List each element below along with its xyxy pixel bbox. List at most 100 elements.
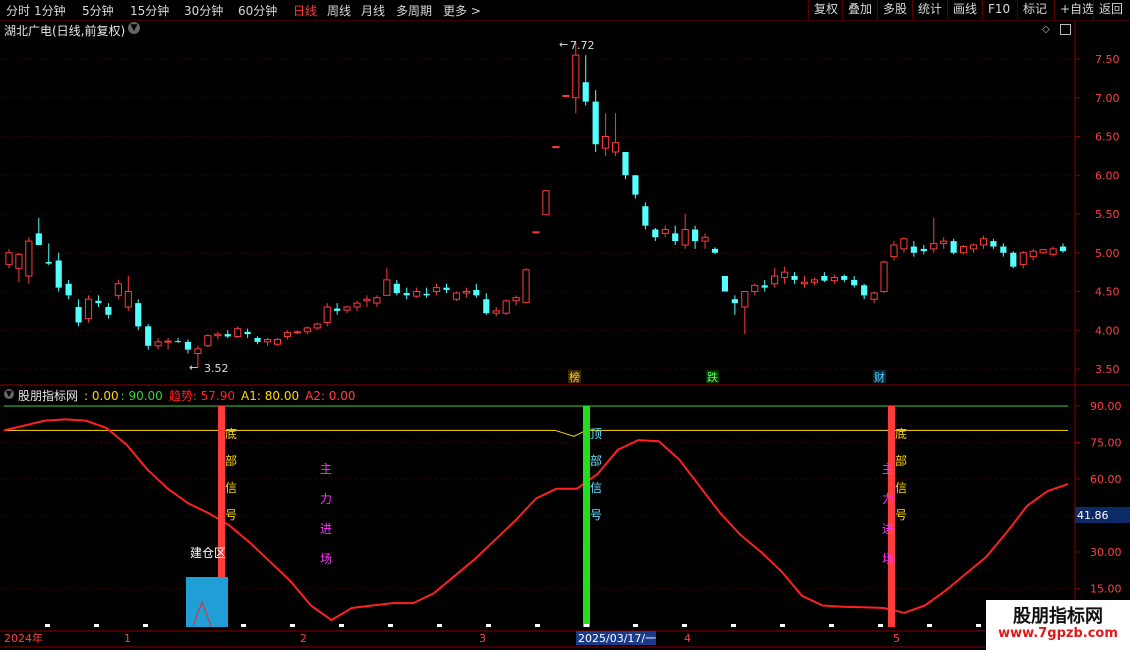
low-arrow-icon: ← — [189, 361, 198, 374]
event-marker-finance[interactable]: 财 — [874, 370, 885, 384]
price-tick-label: 7.50 — [1095, 53, 1120, 66]
candle — [84, 295, 93, 323]
candle-body — [582, 82, 589, 102]
candle — [851, 276, 858, 288]
candle-body — [452, 292, 461, 300]
signal-char: 底 — [895, 426, 907, 441]
candle-body — [711, 248, 719, 253]
candle-body — [830, 277, 838, 282]
date-dot — [437, 624, 442, 627]
candle — [771, 268, 779, 288]
candle — [542, 190, 550, 216]
date-label-year: 2024年 — [4, 631, 43, 645]
a2-label: A2: 0.00 — [305, 389, 356, 403]
candle-body — [701, 236, 709, 242]
candle-body — [841, 276, 848, 280]
signal-char: 号 — [895, 508, 907, 522]
candle-body — [393, 283, 400, 294]
bottom-signal-bar — [888, 406, 895, 627]
indicator-tick-label: 90.00 — [1090, 400, 1122, 413]
candle-body — [930, 242, 938, 250]
event-marker-list[interactable]: 榜 — [569, 370, 580, 384]
main-force-char: 场 — [882, 552, 894, 566]
candle — [642, 202, 649, 230]
candle — [950, 238, 957, 255]
candle — [184, 339, 192, 354]
candle — [373, 295, 381, 307]
candle-body — [114, 283, 122, 296]
candle-body — [632, 175, 639, 195]
candle — [681, 214, 689, 249]
date-dot — [241, 624, 246, 627]
candle — [1049, 246, 1057, 257]
date-label-month: 1 — [124, 632, 131, 645]
candle-body — [979, 238, 988, 246]
date-dot — [927, 624, 932, 627]
candle — [861, 283, 868, 300]
candle — [353, 300, 361, 311]
price-tick-label: 5.00 — [1095, 247, 1120, 260]
signal-char: 信 — [590, 481, 602, 495]
candle-body — [652, 229, 659, 238]
candle — [502, 299, 510, 315]
candle-body — [532, 231, 540, 234]
date-dot — [584, 624, 589, 627]
candle-body — [672, 233, 679, 242]
candle-body — [95, 300, 102, 304]
candle-body — [423, 293, 430, 296]
candle — [1039, 248, 1047, 255]
candle-body — [124, 291, 132, 308]
candle-body — [55, 260, 62, 288]
candle — [303, 326, 311, 335]
date-dot — [731, 624, 736, 627]
candle-body — [611, 142, 620, 153]
candle — [791, 272, 798, 284]
candle — [55, 252, 62, 292]
candle — [204, 334, 212, 348]
candle — [800, 276, 809, 288]
candle — [1029, 248, 1037, 261]
candle-body — [771, 275, 779, 285]
indicator-tick-label: 75.00 — [1090, 437, 1122, 450]
indicator-name[interactable]: 股朋指标网 — [18, 389, 78, 403]
candle-body — [145, 326, 152, 346]
candle — [293, 330, 301, 335]
date-dot — [290, 624, 295, 627]
candle-body — [154, 341, 162, 347]
candle — [403, 287, 410, 300]
candle-body — [800, 281, 809, 285]
candle-body — [323, 306, 331, 323]
candle — [562, 94, 570, 97]
candle — [701, 233, 709, 249]
indicator-header: 股朋指标网: 0.00: 90.00 趋势: 57.90 A1: 80.00 A2: … — [18, 387, 362, 404]
date-dot — [829, 624, 834, 627]
date-dot — [94, 624, 99, 627]
signal-char: 信 — [895, 481, 907, 495]
indicator-tick-label: 30.00 — [1090, 546, 1122, 559]
price-tick-label: 7.00 — [1095, 92, 1120, 105]
candle-body — [164, 340, 172, 343]
signal-char: 部 — [895, 453, 907, 468]
candle-body — [622, 152, 629, 176]
candle — [512, 295, 520, 306]
candle — [592, 90, 599, 152]
candle-body — [900, 238, 908, 250]
price-tick-label: 6.50 — [1095, 131, 1120, 144]
candle-body — [432, 287, 441, 292]
candle-body — [1049, 248, 1057, 255]
candle-body — [910, 246, 917, 253]
candle-body — [861, 285, 868, 296]
candle — [731, 295, 738, 315]
candle — [432, 283, 441, 296]
candle-body — [334, 308, 341, 311]
event-marker-drop[interactable]: 跌 — [707, 370, 718, 384]
candle — [492, 307, 500, 317]
candle-body — [135, 303, 142, 327]
date-dot — [976, 624, 981, 627]
candle-body — [751, 284, 759, 292]
candle — [343, 305, 351, 314]
candle-body — [741, 291, 749, 308]
candle-body — [1039, 249, 1047, 254]
chevron-down-icon[interactable]: ▼ — [4, 389, 14, 399]
candle — [483, 293, 490, 315]
